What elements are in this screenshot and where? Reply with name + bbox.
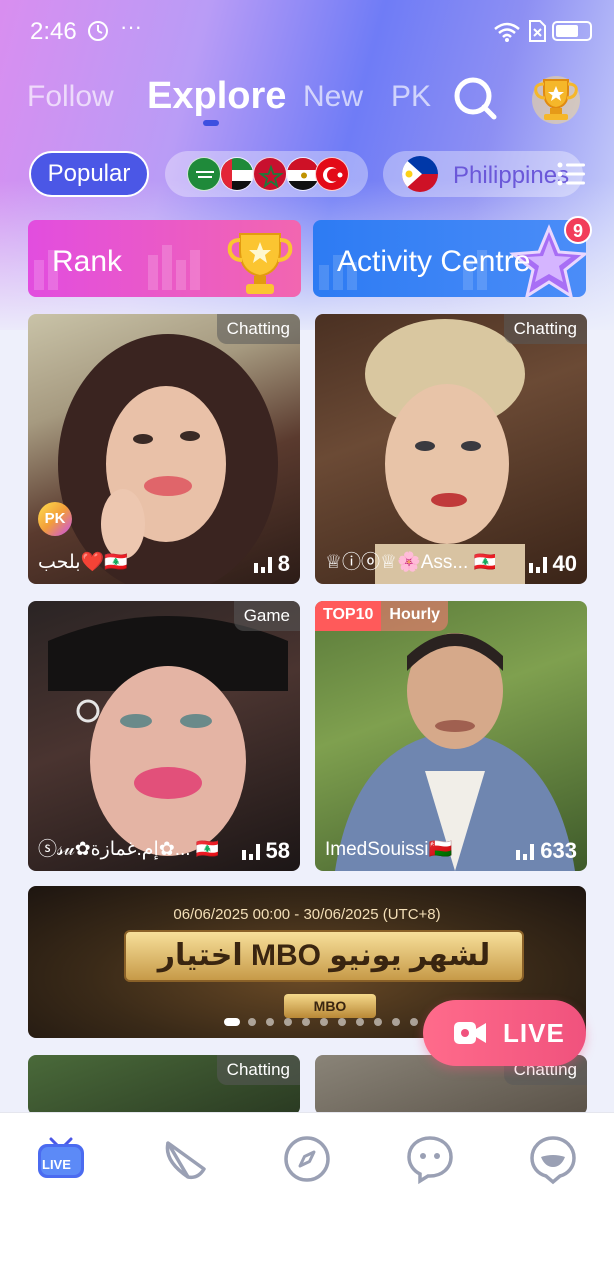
nav-messages[interactable]: [404, 1133, 456, 1185]
viewer-count-value: 58: [265, 838, 290, 863]
viewer-count: 40: [528, 551, 577, 577]
wifi-icon: [494, 22, 520, 42]
timer-icon: [88, 21, 108, 41]
host-photo: [48, 616, 288, 856]
viewers-icon: [528, 555, 547, 573]
nav-live[interactable]: LIVE: [35, 1133, 87, 1185]
host-name: بلحب❤️🇱🇧: [38, 552, 128, 573]
host-name: ⓢ𝓈𝓊✿إم.غمازة✿... 🇱🇧: [38, 839, 218, 860]
nav-live-label: LIVE: [42, 1157, 71, 1172]
room-category-tag: Chatting: [216, 314, 300, 344]
tab-follow[interactable]: Follow: [27, 80, 114, 114]
rank-banner[interactable]: Rank: [28, 220, 301, 297]
live-room-card[interactable]: TOP10 Hourly ImedSouissi🇴🇲 633: [315, 601, 587, 871]
saudi-arabia-flag-icon: [187, 157, 221, 191]
chat-bubble-icon: [407, 1136, 453, 1185]
country-filter-button[interactable]: Philippines: [383, 151, 583, 197]
tab-explore[interactable]: Explore: [147, 75, 286, 118]
tab-new[interactable]: New: [303, 80, 363, 114]
philippines-flag-icon: [402, 156, 438, 192]
uae-flag-icon: [220, 157, 254, 191]
viewer-count: 58: [241, 838, 290, 864]
host-name: ♕ⓘⓞ♕🌸Ass... 🇱🇧: [325, 552, 495, 573]
go-live-label: LIVE: [503, 1018, 565, 1048]
nav-party[interactable]: [160, 1133, 212, 1185]
region-flags-filter[interactable]: [165, 151, 368, 197]
top10-hourly-tag: TOP10 Hourly: [315, 601, 449, 631]
pk-badge: PK: [38, 502, 72, 536]
go-live-button[interactable]: LIVE: [423, 1000, 586, 1066]
nav-profile[interactable]: [527, 1133, 579, 1185]
party-cone-icon: [165, 1141, 206, 1180]
battery-icon: [552, 21, 592, 41]
popular-filter-button[interactable]: Popular: [29, 151, 149, 197]
search-icon[interactable]: [452, 75, 498, 121]
event-logo: MBO: [284, 994, 376, 1018]
live-room-card[interactable]: Chatting: [28, 1055, 300, 1115]
viewers-icon: [253, 555, 272, 573]
status-time: 2:46: [30, 18, 77, 45]
live-room-card[interactable]: Game ⓢ𝓈𝓊✿إم.غمازة✿... 🇱🇧 58: [28, 601, 300, 871]
video-camera-icon: [454, 1022, 486, 1044]
event-title: اختيار MBO لشهر يونيو: [124, 930, 524, 982]
room-category-tag: Chatting: [216, 1055, 300, 1085]
host-name: ImedSouissi🇴🇲: [325, 839, 453, 860]
host-photo: [365, 319, 525, 584]
viewer-count: 8: [253, 551, 290, 577]
status-more-dots: ···: [120, 14, 142, 39]
activity-banner-label: Activity Centre: [337, 245, 531, 278]
viewers-icon: [516, 842, 535, 860]
host-photo: [335, 633, 575, 871]
live-room-card[interactable]: Chatting PK بلحب❤️🇱🇧 8: [28, 314, 300, 584]
viewer-count-value: 40: [552, 551, 577, 576]
viewers-icon: [241, 842, 260, 860]
trophy-icon[interactable]: [528, 70, 584, 126]
nav-discover[interactable]: [281, 1133, 333, 1185]
list-menu-icon[interactable]: [557, 162, 585, 186]
activity-centre-banner[interactable]: Activity Centre 9: [313, 216, 592, 297]
top-rank-label: TOP10: [315, 601, 382, 631]
room-category-tag: Game: [233, 601, 300, 631]
profile-icon: [530, 1136, 576, 1185]
status-bar: 2:46 ···: [0, 0, 614, 64]
bottom-nav: LIVE: [0, 1112, 614, 1280]
activity-notification-badge: 9: [564, 216, 592, 244]
viewer-count: 633: [516, 838, 577, 864]
tab-pk[interactable]: PK: [391, 80, 431, 114]
event-date-range: 06/06/2025 00:00 - 30/06/2025 (UTC+8): [173, 906, 441, 923]
viewer-count-value: 633: [540, 838, 577, 863]
host-photo: [58, 334, 278, 584]
active-tab-indicator: [203, 120, 219, 126]
live-room-card[interactable]: Chatting ♕ⓘⓞ♕🌸Ass... 🇱🇧 40: [315, 314, 587, 584]
rank-banner-label: Rank: [52, 245, 123, 278]
top-rank-period: Hourly: [381, 601, 449, 631]
no-sim-icon: [529, 20, 546, 42]
turkey-flag-icon: [315, 157, 349, 191]
country-filter-label: Philippines: [453, 162, 570, 189]
viewer-count-value: 8: [277, 551, 290, 576]
compass-icon: [284, 1136, 330, 1182]
morocco-flag-icon: [253, 157, 287, 191]
top-tabs: Follow Explore New PK: [0, 70, 614, 130]
room-category-tag: Chatting: [503, 314, 587, 344]
